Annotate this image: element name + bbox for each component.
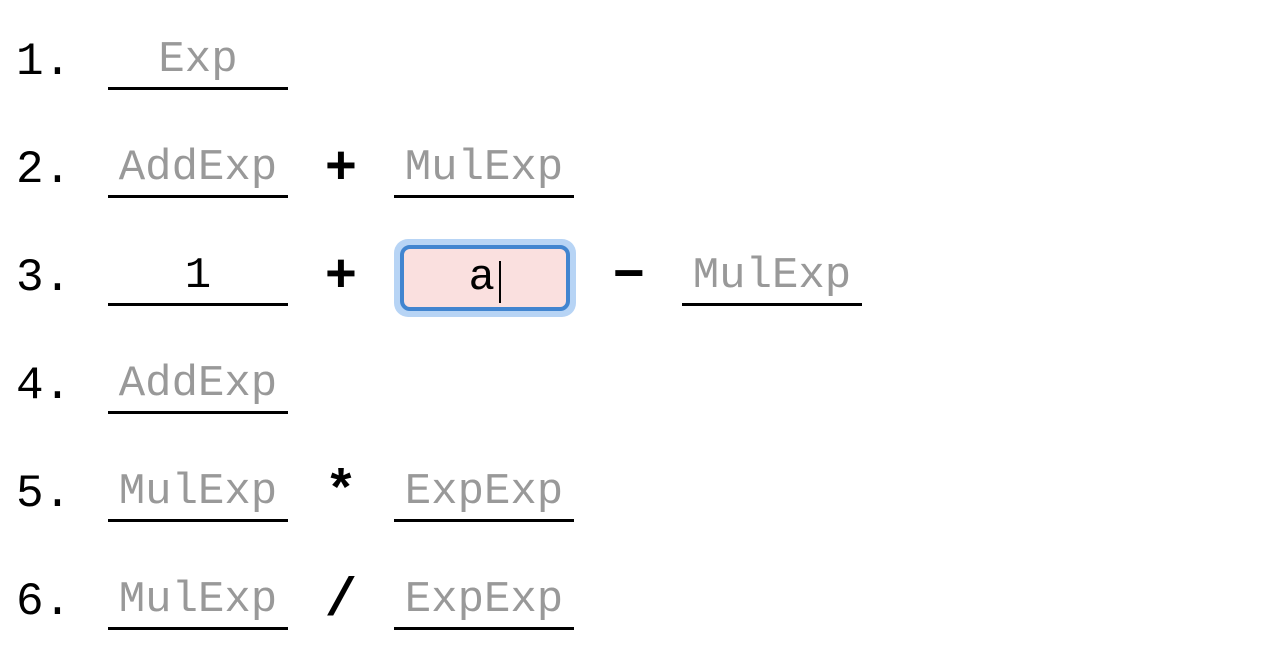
nonterminal-slot[interactable]: Exp	[108, 35, 288, 90]
nonterminal-slot[interactable]: AddExp	[108, 359, 288, 414]
grammar-row: 3. 1 + a −MulExp	[16, 224, 1247, 332]
terminal-slot[interactable]: 1	[108, 251, 288, 306]
grammar-row: 6. MulExp / ExpExp	[16, 548, 1247, 656]
text-cursor	[499, 261, 502, 303]
active-input-slot[interactable]: a	[394, 239, 576, 317]
nonterminal-slot[interactable]: ExpExp	[394, 575, 574, 630]
nonterminal-slot[interactable]: MulExp	[682, 251, 862, 306]
row-number: 5.	[16, 468, 80, 520]
nonterminal-slot[interactable]: MulExp	[394, 143, 574, 198]
nonterminal-slot[interactable]: AddExp	[108, 143, 288, 198]
operator: *	[316, 467, 366, 521]
operator: +	[316, 251, 366, 305]
row-number: 4.	[16, 360, 80, 412]
active-input-text: a	[469, 253, 495, 303]
grammar-row: 2. AddExp + MulExp	[16, 116, 1247, 224]
operator: +	[316, 143, 366, 197]
grammar-row: 1. Exp	[16, 8, 1247, 116]
grammar-row: 5. MulExp * ExpExp	[16, 440, 1247, 548]
row-number: 1.	[16, 36, 80, 88]
nonterminal-slot[interactable]: MulExp	[108, 575, 288, 630]
row-number: 6.	[16, 576, 80, 628]
operator: −	[604, 251, 654, 305]
row-number: 2.	[16, 144, 80, 196]
grammar-row: 4. AddExp	[16, 332, 1247, 440]
operator: /	[316, 575, 366, 629]
nonterminal-slot[interactable]: MulExp	[108, 467, 288, 522]
row-number: 3.	[16, 252, 80, 304]
nonterminal-slot[interactable]: ExpExp	[394, 467, 574, 522]
